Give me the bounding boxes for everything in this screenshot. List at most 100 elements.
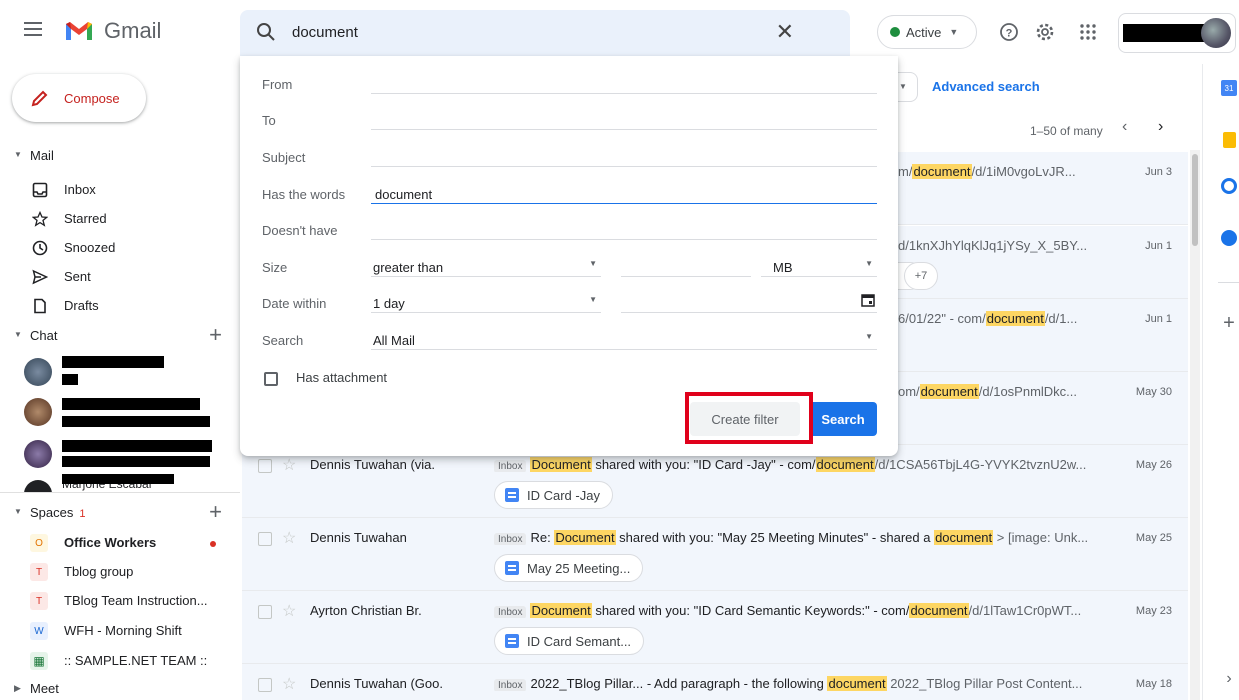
create-filter-button[interactable]: Create filter [690,402,800,436]
account-button[interactable] [1118,13,1236,53]
to-field[interactable] [371,108,877,130]
calendar-icon[interactable]: 31 [1218,77,1239,99]
new-chat-plus-icon[interactable]: + [209,322,222,348]
next-page-icon[interactable]: › [1158,118,1163,136]
subject-field[interactable] [371,145,877,167]
add-addon-plus-icon[interactable]: + [1218,312,1239,334]
expand-panel-chevron-icon[interactable]: › [1218,668,1239,690]
highlight-term: document [985,311,1045,326]
status-dropdown[interactable]: Active ▼ [877,15,977,49]
sidebar-item-drafts[interactable]: Drafts [0,292,240,320]
mail-sender: Dennis Tuwahan [310,530,407,545]
snippet-text: m/ [898,164,913,179]
mail-row[interactable]: ☆ Ayrton Christian Br. Inbox Document sha… [242,591,1188,664]
help-icon[interactable]: ? [998,21,1020,43]
sidebar-item-inbox[interactable]: Inbox [0,176,240,204]
highlight-term: Document [530,603,592,618]
size-value-field[interactable] [621,255,751,277]
more-attachments-chip[interactable]: +7 [904,262,938,290]
has-attachment-checkbox[interactable] [264,372,278,386]
star-icon[interactable]: ☆ [282,674,296,694]
mail-date: Jun 3 [1145,166,1172,178]
advanced-search-link[interactable]: Advanced search [932,79,1040,94]
search-in-select[interactable]: All Mail ▼ [371,328,877,350]
scrollbar-thumb[interactable] [1192,154,1198,246]
date-field[interactable] [621,291,877,313]
snippet-text: 2022_TBlog Pillar Post Content... [886,676,1083,691]
space-label: WFH - Morning Shift [64,623,182,638]
star-icon[interactable]: ☆ [282,601,296,621]
search-input[interactable]: document [292,24,358,41]
list-scrollbar[interactable] [1190,150,1200,700]
tasks-icon[interactable] [1218,175,1239,197]
dropdown-arrow-icon: ▼ [865,259,873,268]
main-menu-icon[interactable] [24,22,42,42]
mail-row[interactable]: ☆ Dennis Tuwahan Inbox Re: Document share… [242,518,1188,591]
search-bar[interactable]: document ✕ [240,10,850,56]
space-item-office-workers[interactable]: O Office Workers [0,530,240,558]
sidebar-item-snoozed[interactable]: Snoozed [0,234,240,262]
row-checkbox[interactable] [258,532,272,546]
snippet-text: 6/01/22" - com/ [898,311,986,326]
redacted-text [62,398,200,410]
chat-item[interactable] [0,354,240,394]
new-space-plus-icon[interactable]: + [209,499,222,525]
sidebar-item-starred[interactable]: Starred [0,205,240,233]
settings-gear-icon[interactable] [1034,21,1056,43]
has-words-field[interactable]: document [371,182,877,204]
search-in-label: Search [262,333,304,348]
size-operator-select[interactable]: greater than ▼ [371,255,601,277]
space-item-wfh[interactable]: W WFH - Morning Shift [0,618,240,646]
pencil-icon [31,90,48,107]
meet-section-header[interactable]: ▶ Meet [0,679,240,700]
svg-text:?: ? [1006,28,1013,40]
attachment-chip[interactable]: ID Card -Jay [494,481,613,509]
star-icon[interactable]: ☆ [282,455,296,475]
mail-sender: Dennis Tuwahan (via. [310,457,436,472]
attachment-chip[interactable]: May 25 Meeting... [494,554,644,582]
row-checkbox[interactable] [258,459,272,473]
chat-item[interactable]: Marjorie Escabal [0,474,240,492]
size-unit-select[interactable]: MB ▼ [761,255,877,277]
doesnt-have-field[interactable] [371,218,877,240]
mail-row[interactable]: ☆ Dennis Tuwahan (Goo. Inbox 2022_TBlog P… [242,664,1188,700]
compose-button[interactable]: Compose [12,74,146,122]
attachment-chip[interactable]: ID Card Semant... [494,627,645,655]
spaces-section-header[interactable]: ▼ Spaces 1 + [0,499,240,525]
snippet-text: /d/1iM0vgoLvJR... [971,164,1076,179]
sidebar-item-label: Sent [64,269,91,284]
contacts-icon[interactable] [1218,227,1239,249]
divider [0,492,240,493]
apps-grid-icon[interactable] [1077,21,1099,43]
date-within-select[interactable]: 1 day ▼ [371,291,601,313]
chat-avatar [24,398,52,426]
chat-section-title: Chat [30,328,58,343]
inbox-label-badge: Inbox [494,606,527,618]
star-icon[interactable]: ☆ [282,528,296,548]
mail-section-header[interactable]: ▼ Mail [0,146,240,168]
from-field[interactable] [371,72,877,94]
calendar-picker-icon[interactable] [861,293,875,307]
keep-icon[interactable] [1218,129,1239,151]
mail-subject: shared with you: "ID Card -Jay" - com/ [591,457,816,472]
inbox-label-badge: Inbox [494,533,527,545]
row-checkbox[interactable] [258,678,272,692]
status-dot-icon [890,27,900,37]
row-checkbox[interactable] [258,605,272,619]
has-words-label: Has the words [262,187,346,202]
spaces-unread-count: 1 [79,508,86,520]
chat-section-header[interactable]: ▼ Chat + [0,322,240,348]
prev-page-icon[interactable]: ‹ [1122,118,1127,136]
search-button[interactable]: Search [809,402,877,436]
clear-search-icon[interactable]: ✕ [776,21,794,43]
space-item-sample-net[interactable]: ▦ :: SAMPLE.NET TEAM :: [0,648,240,676]
sidebar-item-label: Starred [64,211,107,226]
sidebar-item-sent[interactable]: Sent [0,263,240,291]
search-icon[interactable] [256,22,276,45]
space-item-tblog-group[interactable]: T Tblog group [0,559,240,587]
space-item-tblog-team[interactable]: T TBlog Team Instruction... [0,588,240,616]
sidebar-item-label: Drafts [64,298,99,313]
gmail-logo[interactable]: Gmail [64,18,161,44]
chat-item[interactable] [0,438,240,478]
chat-item[interactable] [0,396,240,436]
